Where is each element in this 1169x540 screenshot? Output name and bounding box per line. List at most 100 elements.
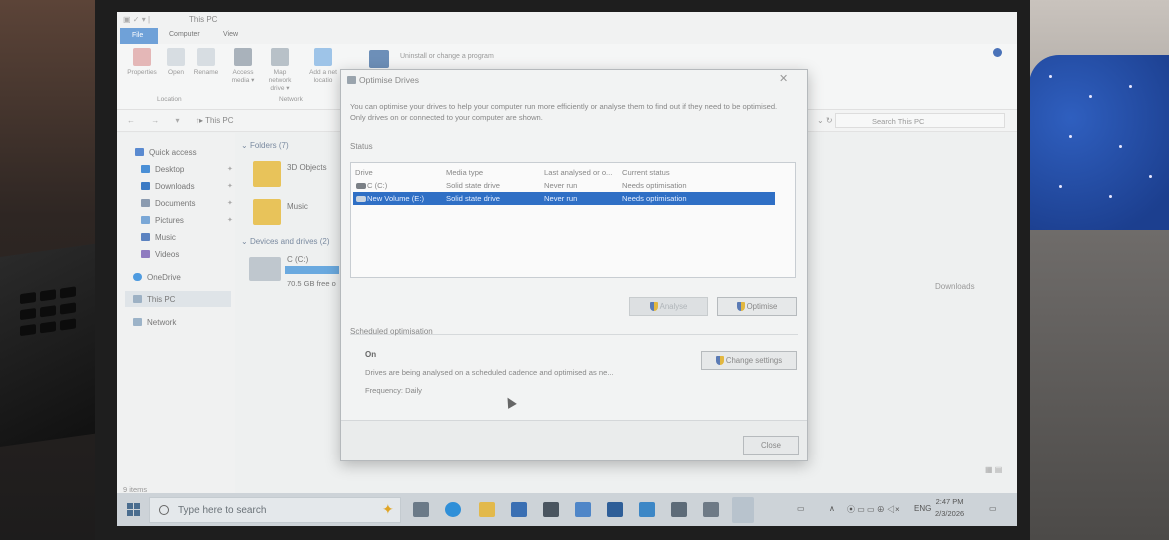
table-surface [1019, 230, 1169, 540]
keyboard-key [40, 321, 56, 334]
clock[interactable]: 2:47 PM 2/3/2026 [935, 496, 964, 520]
uninstall-link[interactable]: Uninstall or change a program [400, 53, 494, 60]
access-media-button[interactable]: Access media ▾ [225, 48, 261, 85]
cell-drive: New Volume (E:) [367, 194, 424, 203]
folder-icon[interactable] [253, 199, 281, 225]
nav-desktop[interactable]: Desktop ✦ [141, 162, 233, 176]
tray-overflow-icon[interactable]: ∧ [829, 504, 835, 513]
nav-onedrive[interactable]: OneDrive [133, 270, 181, 284]
ribbon-button-label: Properties [127, 69, 157, 76]
rename-button[interactable]: Rename [188, 48, 224, 77]
section-label: Folders (7) [249, 141, 289, 150]
chair-dot [1109, 195, 1112, 198]
refresh-icon[interactable]: ⌄ ↻ [817, 116, 833, 125]
folder-3d-objects[interactable]: 3D Objects [287, 163, 327, 172]
mail-icon[interactable] [543, 502, 559, 517]
nav-music[interactable]: Music [141, 230, 176, 244]
devices-header[interactable]: ⌄ Devices and drives (2) [241, 237, 330, 246]
column-header-drive[interactable]: Drive [355, 168, 373, 177]
chair-dot [1089, 95, 1092, 98]
other-laptop [0, 242, 100, 448]
nav-videos[interactable]: Videos [141, 247, 179, 261]
download-icon [141, 182, 150, 190]
nav-pictures[interactable]: Pictures ✦ [141, 213, 233, 227]
access-media-icon [234, 48, 252, 66]
change-settings-button[interactable]: Change settings [701, 351, 797, 370]
nav-quick-access[interactable]: Quick access [135, 145, 197, 159]
cell-last-analysed: Never run [544, 194, 578, 203]
status-label: Status [350, 142, 373, 151]
drive-free-space: 70.5 GB free o [287, 279, 336, 288]
store-icon[interactable] [511, 502, 527, 517]
folder-downloads[interactable]: Downloads [935, 282, 975, 291]
taskbar: Type here to search ✦ ▭ ∧ ⦿ ▭ ▭ ⊕ ◁× ENG… [117, 493, 1017, 526]
table-row[interactable]: C (C:) Solid state drive Never run Needs… [353, 179, 775, 192]
cell-media-type: Solid state drive [446, 194, 501, 203]
folder-icon[interactable] [253, 161, 281, 187]
tab-view[interactable]: View [223, 31, 238, 38]
notification-icon[interactable]: ▭ [989, 504, 997, 513]
drive-icon[interactable] [249, 257, 281, 281]
edge-icon[interactable] [445, 502, 461, 517]
nav-downloads[interactable]: Downloads ✦ [141, 179, 233, 193]
nav-network[interactable]: Network [133, 315, 176, 329]
address-bar[interactable]: ▸ This PC [199, 116, 234, 125]
view-toggle-icon[interactable]: ▦ ▤ [985, 465, 1002, 474]
star-icon [135, 148, 144, 156]
window-title: This PC [189, 15, 218, 24]
close-button[interactable]: Close [743, 436, 799, 455]
language-indicator[interactable]: ENG [914, 504, 931, 513]
analyse-button[interactable]: Analyse [629, 297, 708, 316]
tab-file[interactable]: File [120, 28, 158, 44]
map-network-drive-button[interactable]: Map network drive ▾ [262, 48, 298, 93]
file-explorer-icon[interactable] [479, 502, 495, 517]
add-network-location-button[interactable]: Add a net locatio [305, 48, 341, 85]
keyboard-key [20, 307, 36, 321]
keyboard-key [20, 291, 36, 305]
keyboard-key [20, 323, 36, 337]
column-header-current-status[interactable]: Current status [622, 168, 670, 177]
app-icon[interactable] [575, 502, 591, 517]
optimise-drives-dialog: Optimise Drives ✕ You can optimise your … [340, 69, 808, 461]
chair-dot [1049, 75, 1052, 78]
tray-icons[interactable]: ⦿ ▭ ▭ ⊕ ◁× [847, 504, 900, 515]
column-header-last-analysed[interactable]: Last analysed or o... [544, 168, 612, 177]
start-button[interactable] [127, 503, 141, 517]
optimise-drives-taskbar-icon[interactable] [732, 497, 754, 523]
pin-icon: ✦ [227, 200, 233, 207]
schedule-state: On [365, 350, 377, 359]
background-right [1019, 0, 1169, 540]
back-forward-up-icon[interactable]: ← → ▾ ↑ [127, 116, 207, 125]
app-icon[interactable] [639, 502, 655, 517]
help-icon[interactable] [993, 48, 1002, 57]
windows-logo-icon [127, 503, 133, 509]
properties-button[interactable]: Properties [124, 48, 160, 77]
folders-header[interactable]: ⌄ Folders (7) [241, 141, 289, 150]
address-path: This PC [205, 116, 234, 125]
app-icon[interactable] [703, 502, 719, 517]
nav-this-pc[interactable]: This PC [133, 292, 175, 306]
optimise-button[interactable]: Optimise [717, 297, 797, 316]
nav-label: OneDrive [147, 272, 181, 282]
close-icon[interactable]: ✕ [779, 72, 788, 85]
widget-icon[interactable]: ▭ [797, 504, 805, 513]
taskbar-search-input[interactable]: Type here to search ✦ [149, 497, 401, 523]
windows-logo-icon [134, 510, 140, 516]
schedule-description: Drives are being analysed on a scheduled… [365, 368, 614, 377]
table-row-selected[interactable]: New Volume (E:) Solid state drive Never … [353, 192, 775, 205]
nav-documents[interactable]: Documents ✦ [141, 196, 233, 210]
drive-c-label[interactable]: C (C:) [287, 255, 308, 264]
app-icon[interactable] [671, 502, 687, 517]
tab-computer[interactable]: Computer [169, 31, 200, 38]
column-header-media-type[interactable]: Media type [446, 168, 483, 177]
app-icon[interactable] [607, 502, 623, 517]
keyboard-key [40, 289, 56, 302]
keyboard-key [40, 305, 56, 318]
quick-access-toolbar-icon[interactable]: ▣ ✓ ▾ | [123, 15, 150, 24]
search-input[interactable]: Search This PC [835, 113, 1005, 128]
system-settings-icon[interactable] [369, 50, 389, 68]
folder-music[interactable]: Music [287, 202, 308, 211]
nav-label: Videos [155, 249, 180, 259]
pin-icon: ✦ [227, 217, 233, 224]
task-view-icon[interactable] [413, 502, 429, 517]
